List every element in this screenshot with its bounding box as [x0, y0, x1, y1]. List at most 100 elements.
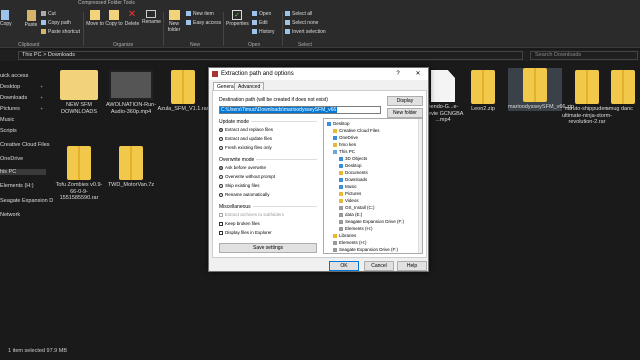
- pictures-icon: [339, 191, 343, 196]
- nav-creative-cloud[interactable]: Creative Cloud Files: [0, 142, 50, 148]
- cut-button[interactable]: Cut: [41, 11, 56, 17]
- paste-shortcut-button[interactable]: Paste shortcut: [41, 29, 80, 35]
- update-option[interactable]: Extract and replace files: [219, 127, 273, 132]
- radio-icon: [219, 174, 223, 179]
- tree-item[interactable]: hmo ken: [333, 142, 356, 147]
- nav-this-pc[interactable]: his PC: [0, 169, 46, 175]
- overwrite-option[interactable]: Ask before overwrite: [219, 165, 266, 170]
- new-folder-button[interactable]: New folder: [387, 108, 423, 118]
- file-item[interactable]: AWOLNATION-Run-Audio-360p.mp4: [104, 70, 158, 115]
- tree-item[interactable]: Seagate Expansion Drive (F:): [333, 247, 398, 252]
- rename-button[interactable]: Rename: [142, 10, 161, 25]
- divider: [223, 12, 224, 46]
- tree-item[interactable]: Desktop: [339, 163, 362, 168]
- tree-scrollbar[interactable]: [418, 119, 422, 253]
- easy-access-button[interactable]: Easy access: [186, 20, 221, 26]
- misc-option[interactable]: Display files in Explorer: [219, 230, 272, 235]
- copy-icon: [1, 10, 9, 20]
- open-button[interactable]: Open: [252, 11, 271, 17]
- address-bar[interactable]: This PC > Downloads: [18, 51, 523, 60]
- misc-option[interactable]: Keep broken files: [219, 221, 260, 226]
- file-item[interactable]: Tofu Zombies v0.9-66-0-9-1551585590.rar: [52, 146, 106, 202]
- history-button[interactable]: History: [252, 29, 275, 35]
- winrar-archive-icon: [171, 70, 195, 104]
- move-to-button[interactable]: Move to: [86, 10, 104, 27]
- new-folder-button[interactable]: New folder: [165, 10, 183, 33]
- file-item[interactable]: TWD_MotorVan.7z: [104, 146, 158, 189]
- scissors-icon: [41, 11, 46, 17]
- ok-button[interactable]: OK: [329, 261, 359, 271]
- search-placeholder: Search Downloads: [535, 52, 582, 58]
- checkbox-icon: [219, 212, 223, 217]
- select-none-button[interactable]: Select none: [285, 20, 318, 26]
- invert-selection-button[interactable]: Invert selection: [285, 29, 326, 35]
- display-button[interactable]: Display: [387, 96, 423, 106]
- tree-item[interactable]: Pictures: [339, 191, 361, 196]
- tree-item[interactable]: Libraries: [333, 233, 356, 238]
- rename-icon: [146, 10, 156, 18]
- overwrite-option[interactable]: Rename automatically: [219, 192, 270, 197]
- overwrite-option[interactable]: Overwrite without prompt: [219, 174, 275, 179]
- nav-desktop[interactable]: Desktop: [0, 84, 20, 90]
- nav-network[interactable]: Network: [0, 212, 20, 218]
- tree-item[interactable]: Music: [339, 184, 357, 189]
- tree-item[interactable]: Creative Cloud Files: [333, 128, 380, 133]
- update-option[interactable]: Extract and update files: [219, 136, 272, 141]
- divider: [83, 12, 84, 46]
- help-icon[interactable]: ?: [392, 68, 404, 80]
- close-icon[interactable]: ✕: [412, 68, 424, 80]
- tree-item[interactable]: Documents: [339, 170, 368, 175]
- address-bar-row: This PC > Downloads Search Downloads: [0, 50, 640, 61]
- copy-path-button[interactable]: Copy path: [41, 20, 71, 26]
- overwrite-option[interactable]: Skip existing files: [219, 183, 260, 188]
- search-input[interactable]: Search Downloads: [530, 51, 638, 60]
- tree-item[interactable]: Videos: [339, 198, 359, 203]
- nav-scripts[interactable]: Scripts: [0, 128, 17, 134]
- libraries-icon: [333, 233, 337, 238]
- properties-button[interactable]: ✓ Properties: [226, 10, 249, 27]
- tree-item[interactable]: 3D Objects: [339, 156, 367, 161]
- tree-item[interactable]: Elements (H:): [333, 240, 367, 245]
- help-button[interactable]: Help: [397, 261, 427, 271]
- tree-item[interactable]: OS_Install (C:): [339, 205, 375, 210]
- tree-item[interactable]: Downloads: [339, 177, 367, 182]
- folder-tree[interactable]: Desktop Creative Cloud Files OneDrive hm…: [323, 118, 423, 254]
- tab-advanced[interactable]: Advanced: [234, 82, 265, 90]
- save-settings-button[interactable]: Save settings: [219, 243, 317, 253]
- select-all-button[interactable]: Select all: [285, 11, 312, 17]
- tree-item[interactable]: Desktop: [327, 121, 350, 126]
- copy-to-button[interactable]: Copy to: [105, 10, 123, 27]
- tree-item[interactable]: data (E:): [339, 212, 362, 217]
- tree-item[interactable]: Seagate Expansion Drive (F:): [339, 219, 404, 224]
- file-item[interactable]: NEW SFM DOWNLOADS: [52, 70, 106, 115]
- nav-downloads[interactable]: Downloads: [0, 95, 27, 101]
- tree-item[interactable]: Elements (H:): [339, 226, 373, 231]
- nav-pictures[interactable]: Pictures: [0, 106, 20, 112]
- cancel-button[interactable]: Cancel: [364, 261, 394, 271]
- nav-onedrive[interactable]: OneDrive: [0, 156, 23, 162]
- file-item[interactable]: Azula_SFM_V1.1.rar: [156, 70, 210, 113]
- paste-button[interactable]: Paste: [24, 10, 38, 28]
- invert-selection-icon: [285, 29, 290, 35]
- tree-item[interactable]: OneDrive: [333, 135, 358, 140]
- file-item[interactable]: Leon2.zip: [456, 70, 510, 113]
- group-clipboard: Clipboard: [18, 42, 40, 48]
- nav-elements-h[interactable]: Elements (H:): [0, 183, 34, 189]
- nav-seagate[interactable]: Seagate Expansion D: [0, 198, 53, 204]
- destination-path-input[interactable]: C:\Users\Timuci\Downloads\marioodysseySF…: [219, 106, 381, 114]
- file-item[interactable]: smug danc: [606, 70, 640, 113]
- file-item-selected[interactable]: marioodysseySFM_v66.zip: [508, 68, 574, 111]
- update-option[interactable]: Fresh existing files only: [219, 145, 272, 150]
- checkbox-icon: [219, 221, 223, 226]
- user-folder-icon: [333, 142, 337, 147]
- delete-button[interactable]: ✕ Delete: [124, 10, 140, 28]
- nav-music[interactable]: Music: [0, 117, 14, 123]
- nav-quick-access[interactable]: uick access: [0, 73, 28, 79]
- tree-item[interactable]: This PC: [333, 149, 355, 154]
- new-item-button[interactable]: New item: [186, 11, 214, 17]
- copy-button[interactable]: Copy: [0, 10, 12, 27]
- misc-option[interactable]: Extract archives to subfolders: [219, 212, 284, 217]
- group-organize: Organize: [113, 42, 134, 48]
- edit-button[interactable]: Edit: [252, 20, 268, 26]
- paste-shortcut-icon: [41, 29, 46, 35]
